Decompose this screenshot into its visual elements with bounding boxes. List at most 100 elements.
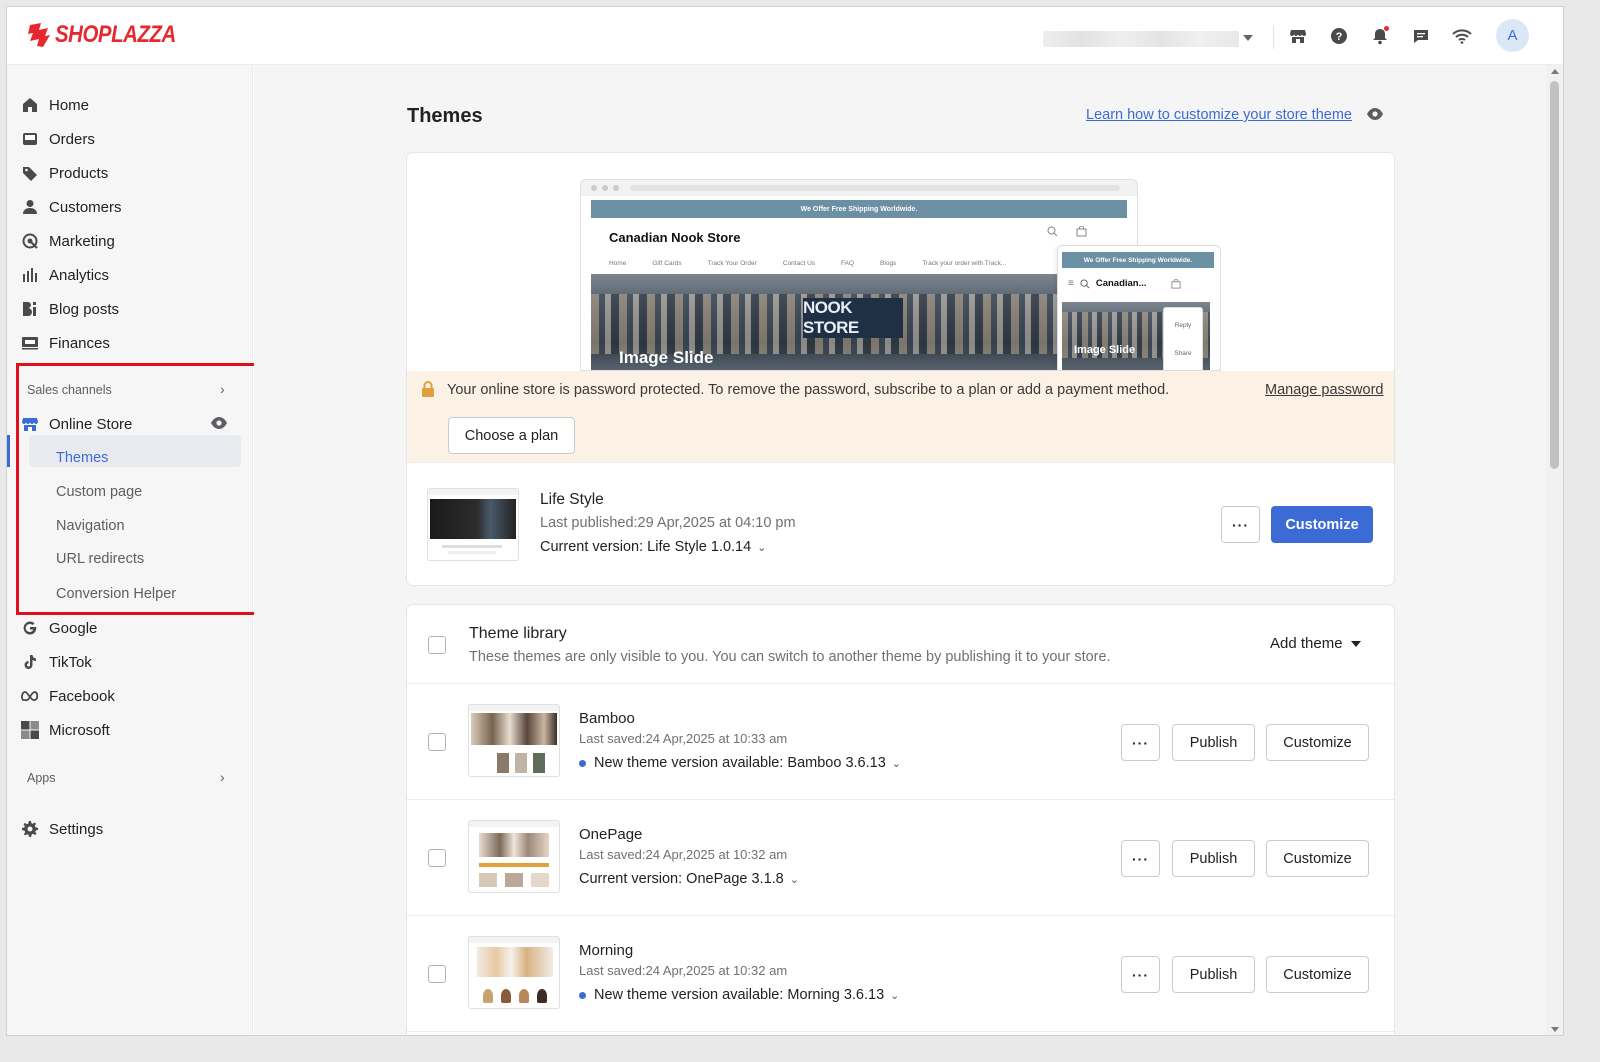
finance-icon [21, 334, 39, 352]
orders-icon [21, 130, 39, 148]
choose-plan-button[interactable]: Choose a plan [448, 417, 575, 454]
theme-version: Current version: Life Style 1.0.14 [540, 539, 752, 555]
avatar[interactable]: A [1496, 19, 1529, 52]
chevron-down-icon[interactable] [1243, 35, 1253, 41]
theme-checkbox[interactable] [428, 849, 446, 867]
select-all-checkbox[interactable] [428, 636, 446, 654]
sidebar-item-finances[interactable]: Finances [21, 329, 241, 357]
active-indicator [7, 435, 10, 467]
chevron-right-icon[interactable]: › [220, 769, 225, 785]
customize-button[interactable]: Customize [1271, 506, 1373, 543]
theme-version-dropdown[interactable]: Current version: OnePage 3.1.8 ⌄ [579, 871, 799, 887]
more-actions-button[interactable]: ··· [1121, 956, 1160, 993]
sidebar-item-products[interactable]: Products [21, 159, 241, 187]
customize-button[interactable]: Customize [1266, 840, 1369, 877]
sidebar-item-analytics[interactable]: Analytics [21, 261, 241, 289]
preview-banner: We Offer Free Shipping Worldwide. [591, 200, 1127, 218]
sidebar-item-label: Blog posts [49, 300, 120, 318]
theme-version: Current version: OnePage 3.1.8 [579, 871, 784, 887]
bag-icon [1076, 226, 1087, 237]
theme-thumbnail [468, 704, 560, 777]
bag-icon [1170, 278, 1181, 289]
sidebar-item-home[interactable]: Home [21, 91, 241, 119]
preview-banner: We Offer Free Shipping Worldwide. [1062, 252, 1214, 268]
divider [1273, 25, 1274, 49]
sidebar-item-microsoft[interactable]: Microsoft [21, 716, 241, 744]
blog-icon [21, 300, 39, 318]
preview-nav: Home Gift Cards Track Your Order Contact… [609, 260, 1006, 267]
brand-name: SHOPLAZZA [55, 21, 176, 48]
sidebar-item-orders[interactable]: Orders [21, 125, 241, 153]
sidebar-item-facebook[interactable]: Facebook [21, 682, 241, 710]
chat-icon[interactable] [1410, 25, 1432, 47]
tag-icon [21, 164, 39, 182]
mobile-header: ≡ Canadian... [1068, 278, 1181, 289]
svg-text:?: ? [1336, 31, 1343, 43]
sidebar-item-label: Marketing [49, 232, 115, 250]
preview-hero-image: NOOK STORE Image Slide [591, 274, 1061, 370]
more-actions-button[interactable]: ··· [1221, 506, 1260, 543]
theme-checkbox[interactable] [428, 733, 446, 751]
sidebar-item-google[interactable]: Google [21, 614, 241, 642]
share-label: Share [1174, 350, 1192, 358]
scroll-down-arrow[interactable] [1551, 1027, 1559, 1032]
bar-chart-icon [21, 266, 39, 284]
bell-icon[interactable] [1369, 25, 1391, 47]
google-icon [21, 619, 39, 637]
sidebar-item-customers[interactable]: Customers [21, 193, 241, 221]
storefront-icon[interactable] [1287, 25, 1309, 47]
preview-store-name: Canadian Nook Store [609, 230, 741, 245]
theme-preview[interactable]: We Offer Free Shipping Worldwide. Canadi… [407, 153, 1394, 371]
scroll-up-arrow[interactable] [1551, 69, 1559, 74]
chevron-down-icon: ⌄ [757, 541, 767, 554]
marketing-icon [21, 232, 39, 250]
desktop-preview: We Offer Free Shipping Worldwide. Canadi… [580, 179, 1138, 371]
sidebar-item-blog-posts[interactable]: Blog posts [21, 295, 241, 323]
sidebar-item-label: TikTok [49, 653, 92, 671]
theme-version: New theme version available: Bamboo 3.6.… [594, 755, 886, 771]
theme-published-date: Last published:29 Apr,2025 at 04:10 pm [540, 515, 796, 531]
theme-version-dropdown[interactable]: New theme version available: Morning 3.6… [579, 987, 899, 1003]
search-icon [1047, 226, 1058, 237]
sidebar-item-label: Finances [49, 334, 110, 352]
sidebar-item-label: Settings [49, 820, 104, 838]
menu-icon: ≡ [1068, 278, 1074, 289]
theme-library-title: Theme library [469, 625, 567, 642]
theme-checkbox[interactable] [428, 965, 446, 983]
learn-customize-link[interactable]: Learn how to customize your store theme [1086, 107, 1352, 123]
theme-name: OnePage [579, 826, 643, 843]
preview-nav-item: Gift Cards [652, 260, 682, 267]
theme-library-subtitle: These themes are only visible to you. Yo… [469, 649, 1111, 665]
publish-button[interactable]: Publish [1172, 724, 1255, 761]
sidebar-item-label: Home [49, 96, 90, 114]
scrollbar-thumb[interactable] [1550, 81, 1559, 469]
store-selector[interactable] [1043, 31, 1239, 47]
manage-password-link[interactable]: Manage password [1265, 382, 1384, 398]
customize-button[interactable]: Customize [1266, 724, 1369, 761]
sidebar-item-label: Customers [49, 198, 122, 216]
eye-icon[interactable] [1366, 107, 1384, 126]
sidebar-item-label: Facebook [49, 687, 115, 705]
wifi-icon[interactable] [1451, 25, 1473, 47]
publish-button[interactable]: Publish [1172, 840, 1255, 877]
preview-nav-item: Track Your Order [707, 260, 757, 267]
sidebar-item-label: Orders [49, 130, 95, 148]
publish-button[interactable]: Publish [1172, 956, 1255, 993]
customize-button[interactable]: Customize [1266, 956, 1369, 993]
theme-name: Life Style [540, 491, 604, 508]
theme-version-dropdown[interactable]: Current version: Life Style 1.0.14 ⌄ [540, 539, 766, 555]
shoplazza-logo[interactable]: SHOPLAZZA [27, 21, 197, 49]
sidebar-item-tiktok[interactable]: TikTok [21, 648, 241, 676]
add-theme-dropdown[interactable]: Add theme [1270, 635, 1361, 652]
help-icon[interactable]: ? [1328, 25, 1350, 47]
theme-thumbnail [427, 488, 519, 561]
sidebar-item-marketing[interactable]: Marketing [21, 227, 241, 255]
sidebar-item-settings[interactable]: Settings [21, 815, 241, 843]
more-actions-button[interactable]: ··· [1121, 840, 1160, 877]
update-available-dot [579, 991, 586, 999]
image-slide-label: Image Slide [1074, 344, 1136, 356]
theme-version-dropdown[interactable]: New theme version available: Bamboo 3.6.… [579, 755, 901, 771]
more-actions-button[interactable]: ··· [1121, 724, 1160, 761]
sidebar-item-label: Products [49, 164, 109, 182]
top-bar: SHOPLAZZA ? A [7, 7, 1563, 65]
